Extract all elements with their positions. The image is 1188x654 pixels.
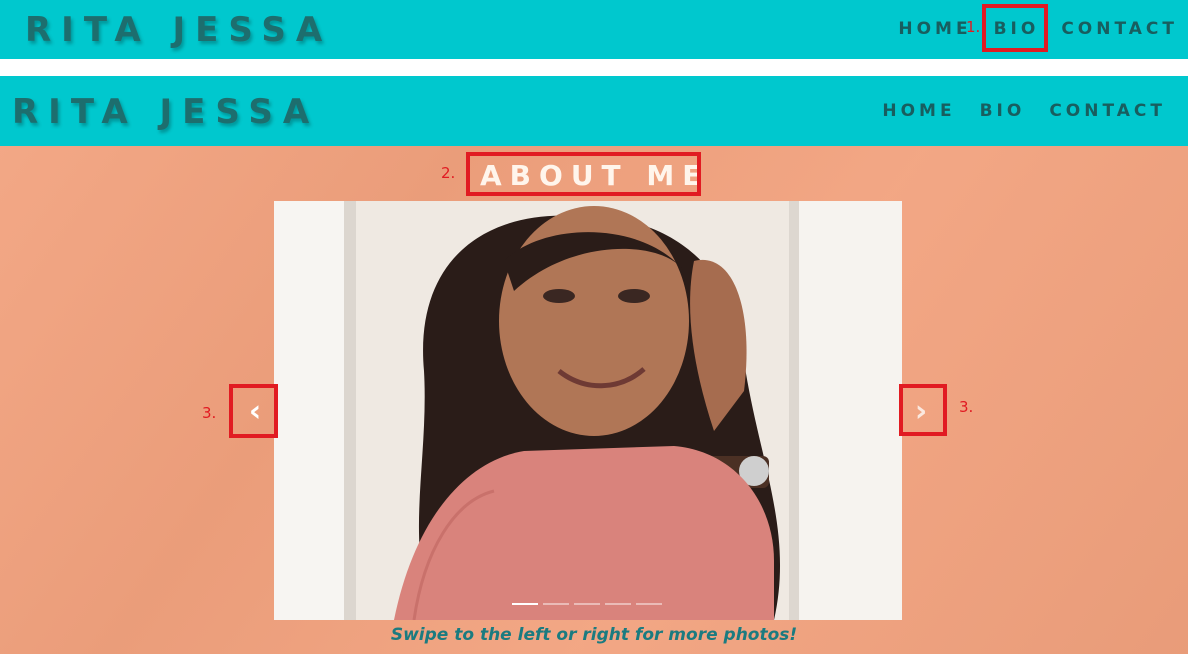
annotation-box-bio <box>982 4 1048 52</box>
carousel-indicator[interactable] <box>543 603 569 605</box>
main-nav-links: HOME BIO CONTACT <box>882 101 1166 121</box>
annotation-number-2: 2. <box>441 164 456 182</box>
annotation-number-3-right: 3. <box>959 398 974 416</box>
carousel-indicator[interactable] <box>512 603 538 605</box>
carousel-indicator[interactable] <box>574 603 600 605</box>
carousel-indicator[interactable] <box>605 603 631 605</box>
main-navbar: RITA JESSA HOME BIO CONTACT <box>0 76 1188 146</box>
nav-link-contact[interactable]: CONTACT <box>1061 19 1178 39</box>
nav-link-home[interactable]: HOME <box>882 101 955 121</box>
carousel-caption: Swipe to the left or right for more phot… <box>390 625 798 645</box>
annotation-number-1: 1. <box>966 18 981 36</box>
carousel-indicators <box>512 603 662 605</box>
nav-link-bio[interactable]: BIO <box>980 101 1026 121</box>
carousel-indicator[interactable] <box>636 603 662 605</box>
carousel-photo <box>274 201 902 620</box>
annotation-number-3-left: 3. <box>202 404 217 422</box>
nav-link-home[interactable]: HOME <box>898 19 971 39</box>
annotation-box-next <box>899 384 947 436</box>
brand-logo[interactable]: RITA JESSA <box>25 10 332 50</box>
annotation-box-prev <box>229 384 278 438</box>
about-section: ABOUT ME ‹ › Swipe to the left or right … <box>0 146 1188 654</box>
photo-carousel[interactable] <box>274 201 902 620</box>
nav-link-contact[interactable]: CONTACT <box>1049 101 1166 121</box>
annotation-box-title <box>466 152 701 196</box>
brand-logo[interactable]: RITA JESSA <box>12 92 319 132</box>
